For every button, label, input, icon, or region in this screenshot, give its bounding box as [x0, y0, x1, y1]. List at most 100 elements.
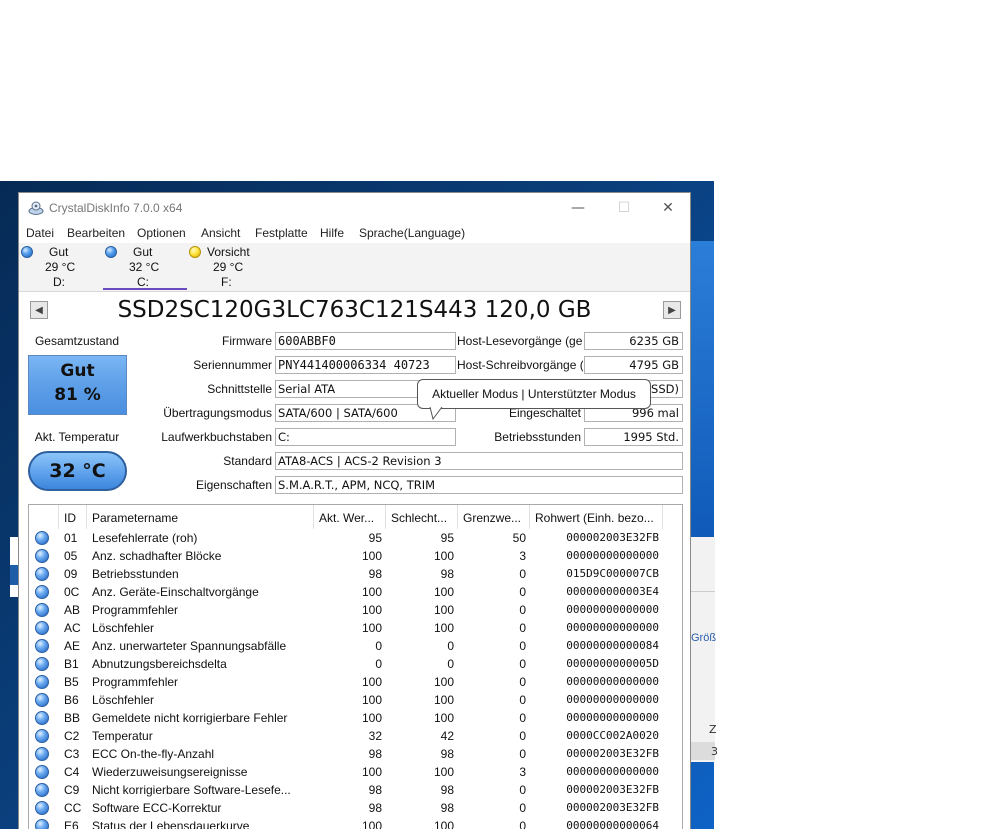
attr-threshold: 0	[519, 585, 526, 599]
next-drive-button[interactable]: ▶	[663, 301, 681, 319]
attr-current: 100	[361, 621, 382, 635]
table-row[interactable]: 01 Lesefehlerrate (roh) 95 95 50 000002003E32…	[29, 529, 682, 547]
header-current[interactable]: Akt. Wer...	[314, 505, 386, 529]
table-row[interactable]: C4 Wiederzuweisungsereignisse 100 100 3 00000…	[29, 763, 682, 781]
attr-worst: 42	[440, 729, 454, 743]
header-status[interactable]	[29, 505, 59, 529]
drive-temperature: 29 °C	[213, 260, 244, 274]
attr-id: C9	[64, 783, 80, 797]
table-row[interactable]: 0C Anz. Geräte-Einschaltvorgänge 100 100 0 00…	[29, 583, 682, 601]
table-row[interactable]: CC Software ECC-Korrektur 98 98 0 000002003E3…	[29, 799, 682, 817]
menu-bearbeiten[interactable]: Bearbeiten	[67, 226, 125, 240]
health-status-box[interactable]: Gut 81 %	[28, 355, 127, 415]
table-row[interactable]: C9 Nicht korrigierbare Software-Lesefe...…	[29, 781, 682, 799]
attr-threshold: 0	[519, 567, 526, 581]
power-hours-label: Betriebsstunden	[494, 430, 581, 444]
temperature-label: Akt. Temperatur	[34, 430, 120, 444]
attr-name: Temperatur	[92, 729, 153, 743]
maximize-button[interactable]: ☐	[601, 193, 647, 223]
tooltip: Aktueller Modus | Unterstützter Modus	[417, 379, 651, 409]
table-row[interactable]: BB Gemeldete nicht korrigierbare Fehler 10…	[29, 709, 682, 727]
title-bar[interactable]: CrystalDiskInfo 7.0.0 x64 — ☐ ✕	[19, 193, 690, 223]
attribute-status-icon	[35, 765, 49, 779]
attr-worst: 98	[440, 783, 454, 797]
table-row[interactable]: B1 Abnutzungsbereichsdelta 0 0 0 000000000000…	[29, 655, 682, 673]
table-row[interactable]: 05 Anz. schadhafter Blöcke 100 100 3 00000000…	[29, 547, 682, 565]
health-status-icon	[21, 246, 33, 258]
minimize-button[interactable]: —	[555, 193, 601, 223]
table-row[interactable]: E6 Status der Lebensdauerkurve 100 100 0 0000…	[29, 817, 682, 829]
host-reads-field[interactable]: 6235 GB	[584, 332, 683, 350]
serial-field[interactable]: PNY441400006334 40723	[275, 356, 456, 374]
attr-id: 01	[64, 531, 78, 545]
attr-worst: 100	[433, 621, 454, 635]
menu-festplatte[interactable]: Festplatte	[255, 226, 308, 240]
attribute-status-icon	[35, 585, 49, 599]
background-window: Größ Z 3	[690, 537, 718, 762]
attr-current: 98	[368, 783, 382, 797]
attr-current: 98	[368, 747, 382, 761]
attr-current: 100	[361, 603, 382, 617]
attr-id: AB	[64, 603, 81, 617]
table-row[interactable]: B6 Löschfehler 100 100 0 00000000000000	[29, 691, 682, 709]
table-row[interactable]: C2 Temperatur 32 42 0 0000CC002A0020	[29, 727, 682, 745]
menu-ansicht[interactable]: Ansicht	[201, 226, 240, 240]
attr-raw: 00000000000000	[566, 621, 659, 634]
attr-threshold: 3	[519, 765, 526, 779]
attr-raw: 015D9C000007CB	[566, 567, 659, 580]
temperature-box[interactable]: 32 °C	[28, 451, 127, 491]
menu-datei[interactable]: Datei	[26, 226, 54, 240]
drive-tab-c[interactable]: Gut 32 °C C:	[103, 243, 187, 290]
close-button[interactable]: ✕	[645, 193, 690, 223]
attr-current: 95	[368, 531, 382, 545]
header-parameter-name[interactable]: Parametername	[87, 505, 314, 529]
drive-letter-field[interactable]: C:	[275, 428, 456, 446]
drive-temperature: 29 °C	[45, 260, 76, 274]
table-row[interactable]: AB Programmfehler 100 100 0 00000000000000	[29, 601, 682, 619]
drive-tab-f[interactable]: Vorsicht 29 °C F:	[187, 243, 271, 290]
drive-tab-d[interactable]: Gut 29 °C D:	[19, 243, 103, 290]
table-row[interactable]: B5 Programmfehler 100 100 0 00000000000000	[29, 673, 682, 691]
header-raw-value[interactable]: Rohwert (Einh. bezo...	[530, 505, 663, 529]
attr-raw: 000000000003E4	[566, 585, 659, 598]
maximize-icon: ☐	[617, 200, 631, 216]
table-row[interactable]: 09 Betriebsstunden 98 98 0 015D9C000007CB	[29, 565, 682, 583]
host-writes-label: Host-Schreibvorgänge (	[457, 358, 583, 372]
menu-optionen[interactable]: Optionen	[137, 226, 186, 240]
drive-selector-bar: Gut 29 °C D: Gut 32 °C C: Vorsicht 29 °C…	[19, 243, 690, 292]
drive-model: SSD2SC120G3LC763C121S443 120,0 GB	[117, 297, 592, 323]
attr-name: Betriebsstunden	[92, 567, 179, 581]
table-row[interactable]: C3 ECC On-the-fly-Anzahl 98 98 0 000002003E32…	[29, 745, 682, 763]
table-row[interactable]: AC Löschfehler 100 100 0 00000000000000	[29, 619, 682, 637]
host-writes-field[interactable]: 4795 GB	[584, 356, 683, 374]
firmware-field[interactable]: 600ABBF0	[275, 332, 456, 350]
table-row[interactable]: AE Anz. unerwarteter Spannungsabfälle 0 0 0 0…	[29, 637, 682, 655]
features-field[interactable]: S.M.A.R.T., APM, NCQ, TRIM	[275, 476, 683, 494]
power-hours-field[interactable]: 1995 Std.	[584, 428, 683, 446]
attr-threshold: 50	[512, 531, 526, 545]
attr-worst: 95	[440, 531, 454, 545]
attr-id: E6	[64, 819, 79, 829]
header-worst[interactable]: Schlecht...	[386, 505, 458, 529]
attr-current: 0	[375, 657, 382, 671]
attr-name: Anz. unerwarteter Spannungsabfälle	[92, 639, 287, 653]
attr-raw: 00000000000000	[566, 765, 659, 778]
attr-threshold: 0	[519, 639, 526, 653]
header-id[interactable]: ID	[59, 505, 87, 529]
header-threshold[interactable]: Grenzwe...	[458, 505, 530, 529]
triangle-right-icon: ▶	[668, 304, 676, 316]
health-label: Gesamtzustand	[34, 334, 120, 348]
attribute-status-icon	[35, 747, 49, 761]
attr-worst: 98	[440, 747, 454, 761]
standard-field[interactable]: ATA8-ACS | ACS-2 Revision 3	[275, 452, 683, 470]
attr-raw: 00000000000000	[566, 549, 659, 562]
menu-hilfe[interactable]: Hilfe	[320, 226, 344, 240]
attr-current: 100	[361, 585, 382, 599]
menu-bar: Datei Bearbeiten Optionen Ansicht Festpl…	[19, 223, 690, 243]
attr-id: B6	[64, 693, 79, 707]
attribute-status-icon	[35, 621, 49, 635]
tooltip-pointer	[429, 407, 443, 421]
attr-raw: 00000000000000	[566, 675, 659, 688]
menu-sprache[interactable]: Sprache(Language)	[359, 226, 465, 240]
attr-raw: 000002003E32FB	[566, 747, 659, 760]
